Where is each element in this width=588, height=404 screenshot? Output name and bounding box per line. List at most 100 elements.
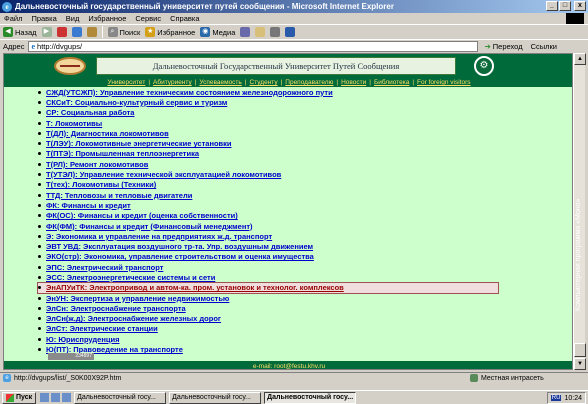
specialty-link[interactable]: Т: Локомотивы: [46, 119, 102, 128]
history-icon[interactable]: [240, 27, 251, 37]
menu-favorites[interactable]: Избранное: [88, 14, 126, 23]
go-button[interactable]: ➔ Переход: [484, 42, 522, 51]
menu-help[interactable]: Справка: [170, 14, 199, 23]
close-button[interactable]: x: [574, 1, 586, 11]
status-url: e http://dvgups/list/_S0K00X92P.htm: [0, 374, 420, 382]
language-indicator[interactable]: RU: [550, 395, 562, 401]
specialty-link[interactable]: ЭВТ УВД: Эксплуатация воздушного тр-та. …: [46, 242, 313, 251]
bullet-icon: [38, 317, 41, 321]
specialty-link[interactable]: ЭСС: Электроэнергетические системы и сет…: [46, 273, 215, 282]
menu-view[interactable]: Вид: [66, 14, 80, 23]
specialty-link[interactable]: Т(УТЭЛ): Управление технической эксплуат…: [46, 170, 281, 179]
nav-link[interactable]: Преподавателю: [285, 79, 333, 86]
specialty-link[interactable]: Т(РЛ): Ремонт локомотивов: [46, 160, 148, 169]
nav-link[interactable]: Абитуриенту: [153, 79, 192, 86]
back-button[interactable]: ◀ Назад: [3, 27, 37, 37]
list-item: ФК(ФМ): Финансы и кредит (Финансовый мен…: [38, 221, 498, 231]
list-item: ЭКО(стр): Экономика, управление строител…: [38, 252, 498, 262]
title-bar: e Дальневосточный государственный универ…: [0, 0, 588, 13]
bullet-icon: [38, 265, 41, 269]
specialty-link[interactable]: СКСиТ: Социально-культурный сервис и тур…: [46, 98, 227, 107]
specialty-link[interactable]: ЭКО(стр): Экономика, управление строител…: [46, 252, 314, 261]
list-item: Т(ПТЭ): Промышленная теплоэнергетика: [38, 149, 498, 159]
specialty-link[interactable]: ФК(ФМ): Финансы и кредит (Финансовый мен…: [46, 222, 253, 231]
clock: 10:24: [564, 394, 582, 402]
list-item: ФК: Финансы и кредит: [38, 200, 498, 210]
favorites-label: Избранное: [157, 27, 196, 37]
specialty-link[interactable]: ЭлСн: Электроснабжение транспорта: [46, 304, 186, 313]
specialty-link[interactable]: Т(ПТЭ): Промышленная теплоэнергетика: [46, 149, 199, 158]
mail-icon[interactable]: [255, 27, 266, 37]
visit-counter: 234897: [48, 353, 94, 360]
minimize-button[interactable]: _: [546, 1, 558, 11]
specialty-link[interactable]: СР: Социальная работа: [46, 108, 134, 117]
window-title: Дальневосточный государственный универси…: [15, 2, 394, 11]
home-icon[interactable]: [86, 27, 97, 37]
taskbar-task-2[interactable]: Дальневосточный госу...: [169, 391, 262, 404]
nav-link[interactable]: Студенту: [250, 79, 278, 86]
maximize-button[interactable]: □: [559, 1, 571, 11]
specialty-link[interactable]: Э: Экономика и управление на предприятия…: [46, 232, 272, 241]
media-button[interactable]: ◉ Медиа: [200, 27, 235, 37]
railway-emblem-icon: ⚙: [474, 56, 494, 76]
address-label: Адрес: [3, 41, 25, 51]
specialty-link[interactable]: Т(ДЛ): Диагностика локомотивов: [46, 129, 169, 138]
specialty-link[interactable]: ФК: Финансы и кредит: [46, 201, 131, 210]
bullet-icon: [38, 296, 41, 300]
nav-link[interactable]: For foreign visitors: [417, 79, 470, 86]
site-banner: Дальневосточный Государственный Универси…: [96, 57, 456, 75]
back-arrow-icon: ◀: [3, 27, 13, 37]
specialty-link[interactable]: ЭнАПУиТК: Электропривод и автом-ка. пром…: [46, 283, 344, 292]
search-button[interactable]: ⌕ Поиск: [107, 27, 140, 37]
list-item: ФК(ОС): Финансы и кредит (оценка собстве…: [38, 211, 498, 221]
nav-link[interactable]: Библиотека: [374, 79, 409, 86]
quick-launch-outlook-icon[interactable]: [62, 393, 72, 402]
specialty-link[interactable]: Ю: Юриспруденция: [46, 335, 119, 344]
nav-separator: |: [194, 79, 197, 86]
links-button[interactable]: Ссылки: [531, 42, 557, 51]
nav-link[interactable]: Новости: [341, 79, 366, 86]
nav-separator: |: [412, 79, 415, 86]
specialty-link[interactable]: Т(тех): Локомотивы (Техники): [46, 180, 156, 189]
edit-icon[interactable]: [285, 27, 296, 37]
list-item: Т(РЛ): Ремонт локомотивов: [38, 159, 498, 169]
start-button[interactable]: Пуск: [2, 391, 37, 404]
quick-launch-ie-icon[interactable]: [40, 393, 50, 402]
bullet-icon: [38, 111, 41, 115]
bullet-icon: [38, 142, 41, 146]
favorites-button[interactable]: ★ Избранное: [145, 27, 195, 37]
specialty-link[interactable]: ЭлСн(ж.д): Электроснабжение железных дор…: [46, 314, 221, 323]
nav-separator: |: [244, 79, 247, 86]
stop-icon[interactable]: [56, 27, 67, 37]
forward-button[interactable]: ▶: [41, 27, 52, 37]
footer-email[interactable]: e-mail: root@festu.khv.ru: [253, 363, 325, 370]
bullet-icon: [38, 203, 41, 207]
list-item: СР: Социальная работа: [38, 108, 498, 118]
nav-link[interactable]: Успеваемость: [199, 79, 241, 86]
nav-link[interactable]: Университет: [107, 79, 145, 86]
media-icon: ◉: [200, 27, 211, 37]
specialty-link[interactable]: Т(ЛЭУ): Локомотивные энергетические уста…: [46, 139, 232, 148]
intranet-icon: [470, 374, 478, 382]
footer: e-mail: root@festu.khv.ru: [4, 361, 572, 370]
bullet-icon: [38, 121, 41, 125]
taskbar-task-1[interactable]: Дальневосточный госу...: [74, 391, 167, 404]
specialty-link[interactable]: ТТД: Тепловозы и тепловые двигатели: [46, 191, 192, 200]
menu-file[interactable]: Файл: [4, 14, 22, 23]
scroll-up-icon[interactable]: ▲: [574, 53, 586, 65]
specialty-link[interactable]: ЭПС: Электрический транспорт: [46, 263, 163, 272]
specialty-link[interactable]: ЭлСт: Электрические станции: [46, 324, 158, 333]
address-input[interactable]: e http://dvgups/: [28, 40, 479, 52]
toolbar: ◀ Назад ▶ ⌕ Поиск ★ Избранное ◉ Медиа: [0, 24, 588, 39]
specialty-link[interactable]: ЭнУН: Экспертиза и управление недвижимос…: [46, 294, 229, 303]
bullet-icon: [38, 286, 41, 290]
print-icon[interactable]: [270, 27, 281, 37]
menu-tools[interactable]: Сервис: [135, 14, 161, 23]
specialty-link[interactable]: ФК(ОС): Финансы и кредит (оценка собстве…: [46, 211, 238, 220]
menu-edit[interactable]: Правка: [31, 14, 56, 23]
bullet-icon: [38, 162, 41, 166]
taskbar-task-3[interactable]: Дальневосточный госу...: [264, 391, 357, 404]
quick-launch-desktop-icon[interactable]: [51, 393, 61, 402]
specialty-link[interactable]: СЖД(УТСЖП): Управление техническим состо…: [46, 88, 333, 97]
refresh-icon[interactable]: [71, 27, 82, 37]
